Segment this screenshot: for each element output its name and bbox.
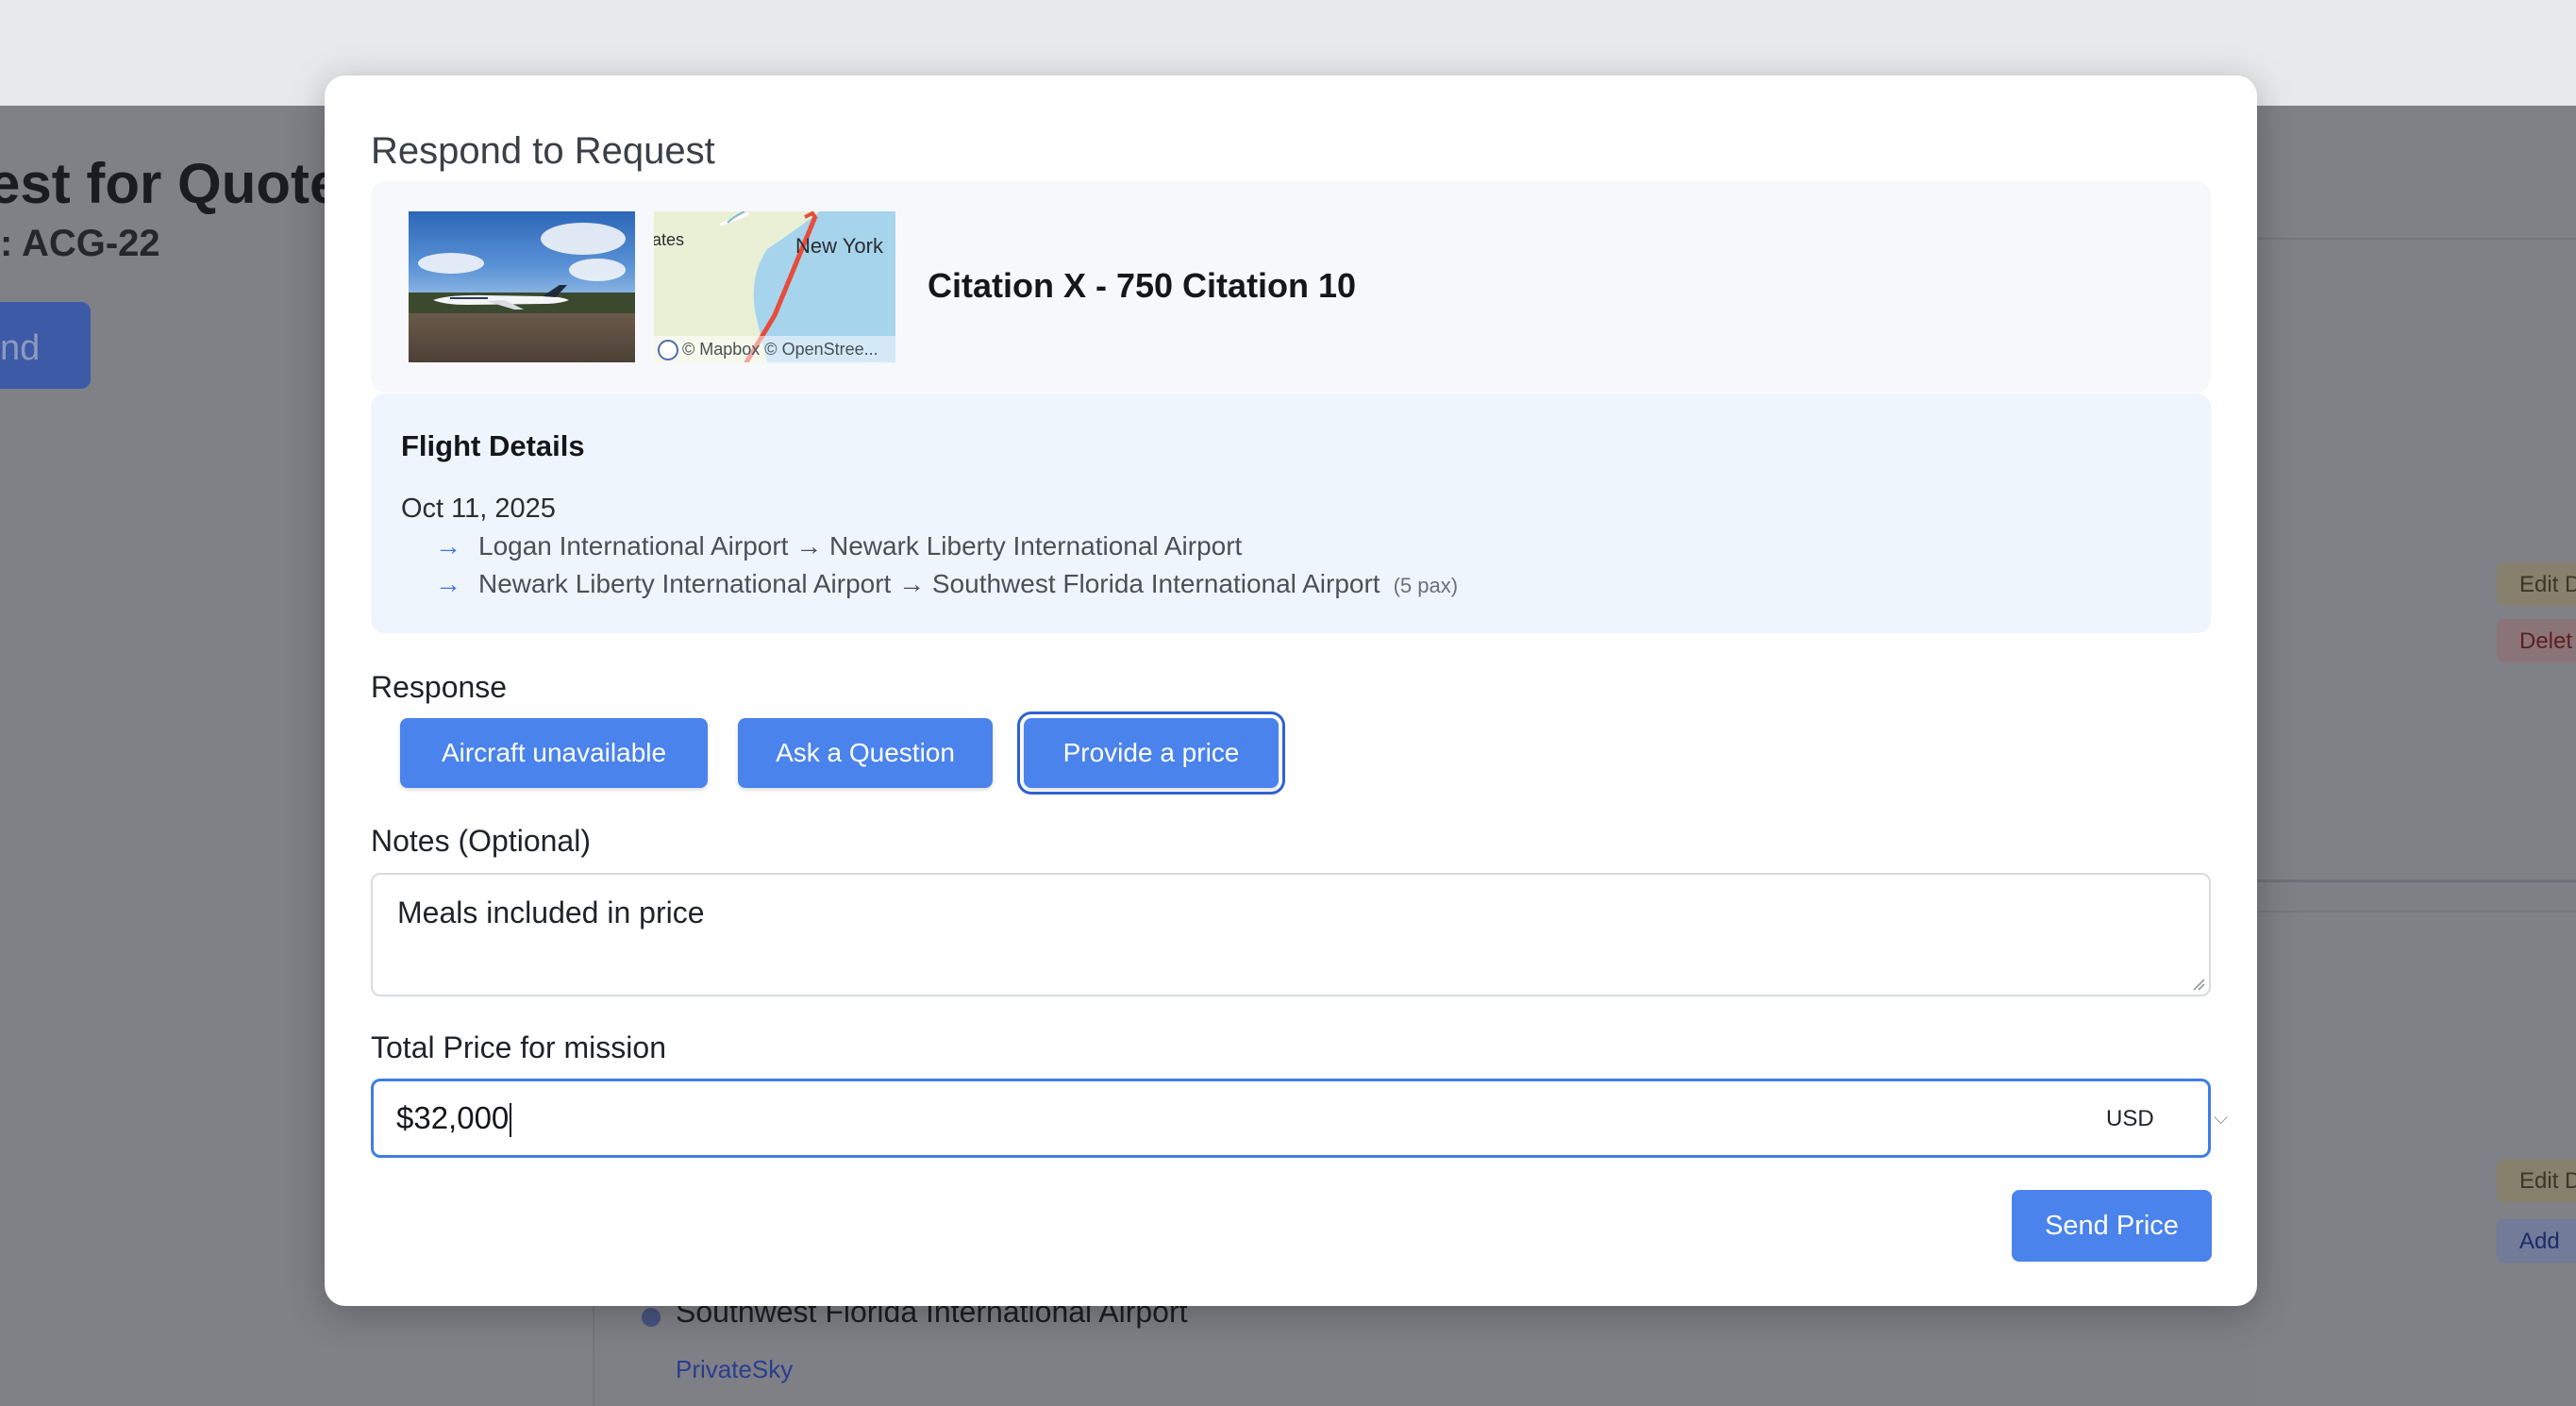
- add-button: Add: [2497, 1219, 2576, 1263]
- flight-date: Oct 11, 2025: [401, 494, 556, 524]
- edit-button: Edit D: [2497, 562, 2576, 606]
- background-card-header: [2255, 106, 2576, 240]
- aircraft-photo: [409, 211, 635, 362]
- mapbox-logo-icon[interactable]: [658, 340, 678, 360]
- price-input-field[interactable]: $32,000 USD ⌵: [371, 1079, 2228, 1158]
- currency-select[interactable]: USD: [2106, 1106, 2154, 1132]
- provide-price-button[interactable]: Provide a price: [1017, 711, 1285, 795]
- timeline-dot: [642, 1308, 661, 1327]
- edit-button: Edit D: [2497, 1159, 2576, 1202]
- price-label: Total Price for mission: [371, 1030, 666, 1064]
- aircraft-card: ates New York © Mapbox © OpenStree... Ci…: [371, 181, 2211, 393]
- arrow-right-icon: →: [435, 569, 461, 598]
- ask-question-button[interactable]: Ask a Question: [738, 718, 993, 788]
- route-map[interactable]: ates New York © Mapbox © OpenStree...: [654, 211, 895, 362]
- resize-handle-icon[interactable]: [2192, 978, 2205, 991]
- flight-details-card: Flight Details Oct 11, 2025 → Logan Inter…: [371, 393, 2211, 633]
- map-attribution[interactable]: © Mapbox © OpenStree...: [654, 336, 895, 362]
- chevron-down-icon[interactable]: ⌵: [2214, 1108, 2228, 1130]
- page-title: est for Quote: [0, 152, 342, 215]
- page-subtitle: : ACG-22: [0, 223, 160, 264]
- aircraft-name: Citation X - 750 Citation 10: [928, 266, 1357, 305]
- notes-value: Meals included in price: [397, 895, 705, 929]
- arrow-right-icon: →: [435, 531, 461, 561]
- delete-button: Delet: [2497, 619, 2576, 662]
- leg-route: Logan International Airport → Newark Lib…: [478, 531, 1243, 561]
- background-card: [2255, 241, 2576, 882]
- operator-link: PrivateSky: [676, 1355, 794, 1383]
- flight-leg: → Logan International Airport → Newark Li…: [435, 531, 1242, 561]
- map-label-city: New York: [795, 234, 883, 258]
- notes-textarea[interactable]: Meals included in price: [371, 873, 2211, 996]
- respond-modal: Respond to Request ates New York © Mapbo…: [325, 75, 2257, 1306]
- leg-route: Newark Liberty International Airport → S…: [478, 569, 1380, 598]
- page-action-button: nd: [0, 302, 91, 389]
- flight-leg: → Newark Liberty International Airport → …: [435, 569, 1458, 599]
- flight-details-title: Flight Details: [401, 429, 585, 462]
- modal-title: Respond to Request: [371, 130, 715, 172]
- price-value: $32,000: [396, 1100, 510, 1135]
- map-label-states: ates: [654, 230, 685, 249]
- jet-icon: [433, 285, 569, 310]
- notes-label: Notes (Optional): [371, 824, 591, 858]
- aircraft-unavailable-button[interactable]: Aircraft unavailable: [400, 718, 708, 788]
- send-price-button[interactable]: Send Price: [2012, 1190, 2212, 1262]
- text-caret: [510, 1103, 512, 1138]
- pax-count: (5 pax): [1393, 574, 1459, 597]
- response-label: Response: [371, 670, 508, 704]
